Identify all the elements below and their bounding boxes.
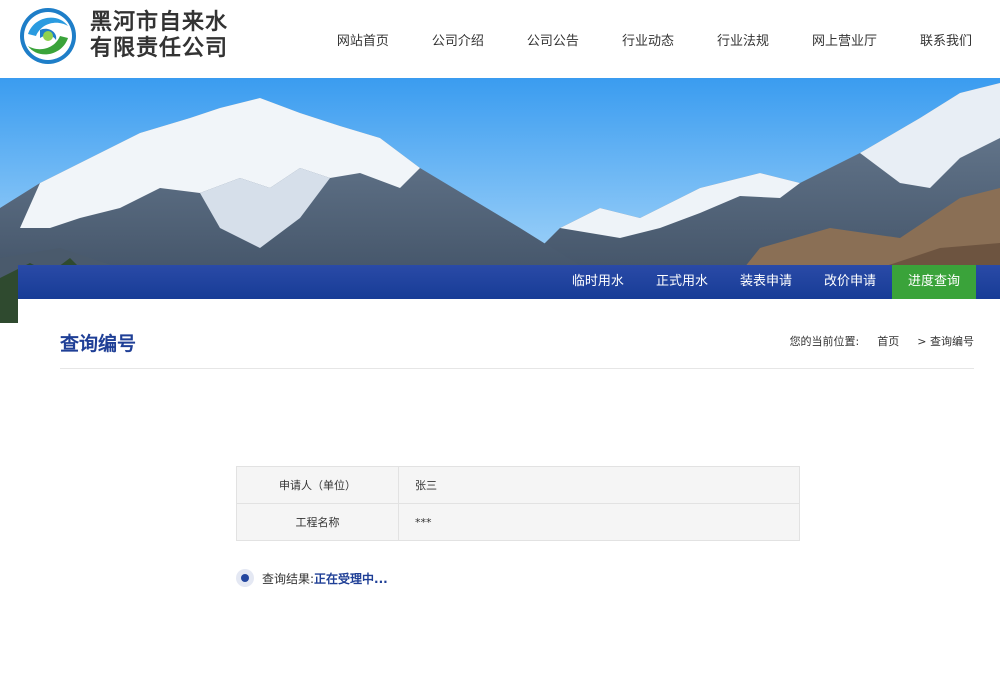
breadcrumb-prefix: 您的当前位置:	[789, 335, 860, 348]
result-status: 正在受理中...	[314, 571, 388, 586]
query-result: 查询结果: 正在受理中...	[236, 569, 388, 587]
nav-item-announcements[interactable]: 公司公告	[507, 30, 602, 49]
water-drop-logo-icon[interactable]	[18, 6, 78, 66]
project-name-value: ***	[398, 503, 800, 541]
company-name-line2: 有限责任公司	[90, 36, 229, 61]
applicant-value: 张三	[398, 466, 800, 504]
result-bullet-icon	[236, 569, 254, 587]
title-divider	[60, 368, 974, 369]
breadcrumb: 您的当前位置: 首页 > 查询编号	[790, 333, 974, 349]
nav-item-industry-news[interactable]: 行业动态	[602, 30, 697, 49]
nav-item-contact[interactable]: 联系我们	[900, 30, 1000, 49]
service-subnav: 临时用水 正式用水 装表申请 改价申请 进度查询	[18, 265, 1000, 299]
project-name-label: 工程名称	[236, 503, 399, 541]
applicant-label: 申请人（单位）	[236, 466, 399, 504]
breadcrumb-current: > 查询编号	[917, 335, 974, 348]
company-name-line1: 黑河市自来水	[90, 10, 229, 35]
site-header: 黑河市自来水 有限责任公司 网站首页 公司介绍 公司公告 行业动态 行业法规 网…	[0, 0, 1000, 78]
main-nav: 网站首页 公司介绍 公司公告 行业动态 行业法规 网上营业厅 联系我们	[317, 0, 1000, 78]
subnav-item-meter-application[interactable]: 装表申请	[724, 265, 808, 299]
result-label: 查询结果:	[262, 571, 315, 586]
subnav-item-formal-water[interactable]: 正式用水	[640, 265, 724, 299]
nav-item-online-service[interactable]: 网上营业厅	[792, 30, 900, 49]
nav-item-about[interactable]: 公司介绍	[412, 30, 507, 49]
subnav-item-temporary-water[interactable]: 临时用水	[556, 265, 640, 299]
table-row: 申请人（单位） 张三	[236, 466, 800, 504]
main-content: 查询编号 您的当前位置: 首页 > 查询编号 申请人（单位） 张三 工程名称 *…	[18, 299, 1000, 684]
table-row: 工程名称 ***	[236, 503, 800, 541]
company-name: 黑河市自来水 有限责任公司	[90, 10, 228, 62]
nav-item-home[interactable]: 网站首页	[317, 30, 412, 49]
subnav-item-progress-query[interactable]: 进度查询	[891, 265, 976, 299]
breadcrumb-home-link[interactable]: 首页	[877, 333, 899, 349]
subnav-item-price-change[interactable]: 改价申请	[808, 265, 892, 299]
nav-item-regulations[interactable]: 行业法规	[697, 30, 792, 49]
page-title: 查询编号	[60, 333, 137, 355]
service-subnav-items: 临时用水 正式用水 装表申请 改价申请 进度查询	[556, 265, 976, 299]
application-info-table: 申请人（单位） 张三 工程名称 ***	[236, 466, 800, 541]
